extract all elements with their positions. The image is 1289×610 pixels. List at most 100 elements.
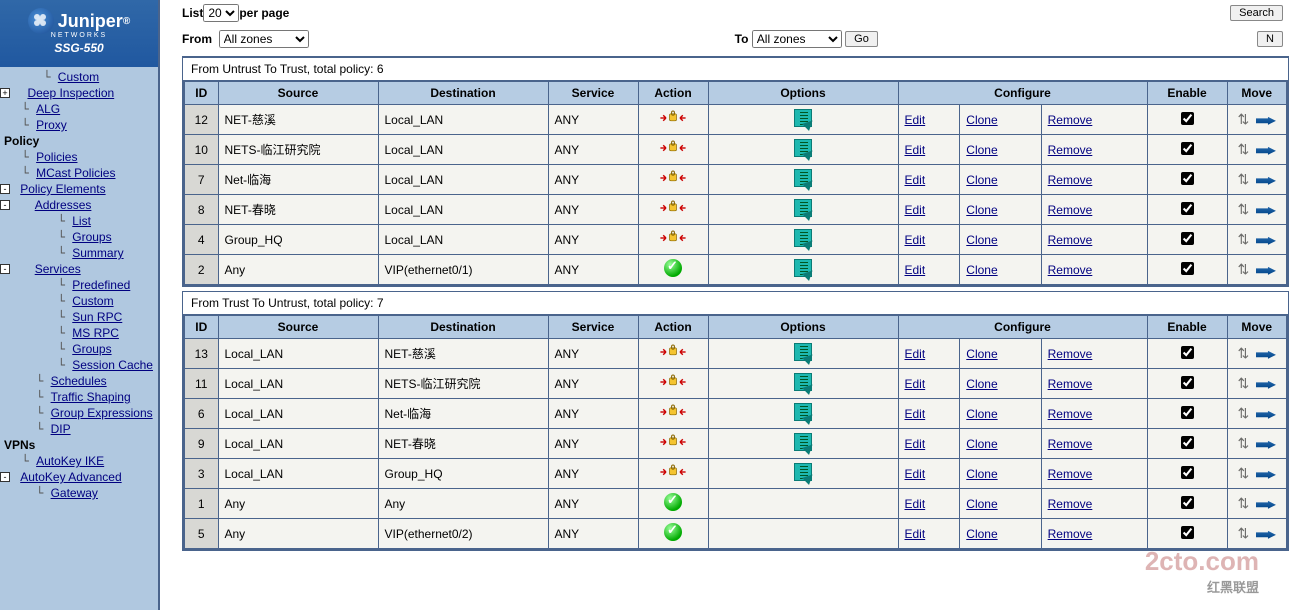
enable-checkbox[interactable] <box>1181 112 1194 125</box>
nav-autokey-advanced[interactable]: AutoKey Advanced <box>20 469 121 485</box>
edit-link[interactable]: Edit <box>905 173 926 187</box>
clone-link[interactable]: Clone <box>966 407 997 421</box>
nav-addresses[interactable]: Addresses <box>35 197 92 213</box>
log-option-icon[interactable] <box>794 343 812 361</box>
pane-resizer[interactable] <box>160 0 174 610</box>
per-page-select[interactable]: 20 <box>203 4 239 22</box>
clone-link[interactable]: Clone <box>966 377 997 391</box>
remove-link[interactable]: Remove <box>1048 497 1093 511</box>
edit-link[interactable]: Edit <box>905 263 926 277</box>
move-up-icon[interactable]: ⇅ <box>1238 435 1250 451</box>
nav-groups2[interactable]: Groups <box>72 341 111 357</box>
nav-groups[interactable]: Groups <box>72 229 111 245</box>
clone-link[interactable]: Clone <box>966 113 997 127</box>
move-right-icon[interactable] <box>1256 237 1276 245</box>
remove-link[interactable]: Remove <box>1048 377 1093 391</box>
nav-proxy[interactable]: Proxy <box>36 117 67 133</box>
nav-sunrpc[interactable]: Sun RPC <box>72 309 122 325</box>
nav-deep-inspection[interactable]: Deep Inspection <box>27 85 114 101</box>
enable-checkbox[interactable] <box>1181 346 1194 359</box>
clone-link[interactable]: Clone <box>966 467 997 481</box>
move-up-icon[interactable]: ⇅ <box>1238 405 1250 421</box>
nav-services[interactable]: Services <box>35 261 81 277</box>
clone-link[interactable]: Clone <box>966 497 997 511</box>
remove-link[interactable]: Remove <box>1048 263 1093 277</box>
move-up-icon[interactable]: ⇅ <box>1238 495 1250 511</box>
nav-dip[interactable]: DIP <box>51 421 71 437</box>
remove-link[interactable]: Remove <box>1048 407 1093 421</box>
clone-link[interactable]: Clone <box>966 527 997 541</box>
edit-link[interactable]: Edit <box>905 113 926 127</box>
nav-custom2[interactable]: Custom <box>72 293 113 309</box>
clone-link[interactable]: Clone <box>966 173 997 187</box>
new-button[interactable]: N <box>1257 31 1283 47</box>
move-up-icon[interactable]: ⇅ <box>1238 141 1250 157</box>
nav-gateway[interactable]: Gateway <box>51 485 98 501</box>
remove-link[interactable]: Remove <box>1048 347 1093 361</box>
edit-link[interactable]: Edit <box>905 203 926 217</box>
move-right-icon[interactable] <box>1256 471 1276 479</box>
enable-checkbox[interactable] <box>1181 262 1194 275</box>
log-option-icon[interactable] <box>794 463 812 481</box>
move-up-icon[interactable]: ⇅ <box>1238 261 1250 277</box>
move-up-icon[interactable]: ⇅ <box>1238 171 1250 187</box>
nav-alg[interactable]: ALG <box>36 101 60 117</box>
nav-predefined[interactable]: Predefined <box>72 277 130 293</box>
move-right-icon[interactable] <box>1256 177 1276 185</box>
edit-link[interactable]: Edit <box>905 377 926 391</box>
log-option-icon[interactable] <box>794 373 812 391</box>
collapse-icon[interactable]: - <box>0 200 10 210</box>
search-button[interactable]: Search <box>1230 5 1283 21</box>
move-right-icon[interactable] <box>1256 267 1276 275</box>
log-option-icon[interactable] <box>794 139 812 157</box>
move-up-icon[interactable]: ⇅ <box>1238 231 1250 247</box>
log-option-icon[interactable] <box>794 229 812 247</box>
from-zone-select[interactable]: All zones <box>219 30 309 48</box>
nav-policies[interactable]: Policies <box>36 149 77 165</box>
enable-checkbox[interactable] <box>1181 172 1194 185</box>
enable-checkbox[interactable] <box>1181 142 1194 155</box>
log-option-icon[interactable] <box>794 169 812 187</box>
remove-link[interactable]: Remove <box>1048 527 1093 541</box>
remove-link[interactable]: Remove <box>1048 113 1093 127</box>
move-up-icon[interactable]: ⇅ <box>1238 111 1250 127</box>
move-up-icon[interactable]: ⇅ <box>1238 465 1250 481</box>
collapse-icon[interactable]: - <box>0 264 10 274</box>
enable-checkbox[interactable] <box>1181 496 1194 509</box>
nav-policy-elements[interactable]: Policy Elements <box>20 181 105 197</box>
remove-link[interactable]: Remove <box>1048 233 1093 247</box>
move-right-icon[interactable] <box>1256 411 1276 419</box>
nav-msrpc[interactable]: MS RPC <box>72 325 119 341</box>
collapse-icon[interactable]: - <box>0 184 10 194</box>
remove-link[interactable]: Remove <box>1048 437 1093 451</box>
nav-traffic-shaping[interactable]: Traffic Shaping <box>51 389 131 405</box>
nav-summary[interactable]: Summary <box>72 245 123 261</box>
enable-checkbox[interactable] <box>1181 436 1194 449</box>
enable-checkbox[interactable] <box>1181 526 1194 539</box>
move-right-icon[interactable] <box>1256 351 1276 359</box>
nav-custom[interactable]: Custom <box>58 69 99 85</box>
move-right-icon[interactable] <box>1256 147 1276 155</box>
edit-link[interactable]: Edit <box>905 233 926 247</box>
edit-link[interactable]: Edit <box>905 407 926 421</box>
edit-link[interactable]: Edit <box>905 497 926 511</box>
move-up-icon[interactable]: ⇅ <box>1238 345 1250 361</box>
log-option-icon[interactable] <box>794 433 812 451</box>
edit-link[interactable]: Edit <box>905 143 926 157</box>
enable-checkbox[interactable] <box>1181 376 1194 389</box>
log-option-icon[interactable] <box>794 109 812 127</box>
nav-list[interactable]: List <box>72 213 91 229</box>
clone-link[interactable]: Clone <box>966 347 997 361</box>
move-up-icon[interactable]: ⇅ <box>1238 375 1250 391</box>
enable-checkbox[interactable] <box>1181 406 1194 419</box>
collapse-icon[interactable]: - <box>0 472 10 482</box>
edit-link[interactable]: Edit <box>905 437 926 451</box>
move-up-icon[interactable]: ⇅ <box>1238 525 1250 541</box>
enable-checkbox[interactable] <box>1181 232 1194 245</box>
go-button[interactable]: Go <box>845 31 878 47</box>
to-zone-select[interactable]: All zones <box>752 30 842 48</box>
move-right-icon[interactable] <box>1256 117 1276 125</box>
nav-session-cache[interactable]: Session Cache <box>72 357 153 373</box>
nav-autokey-ike[interactable]: AutoKey IKE <box>36 453 104 469</box>
clone-link[interactable]: Clone <box>966 437 997 451</box>
